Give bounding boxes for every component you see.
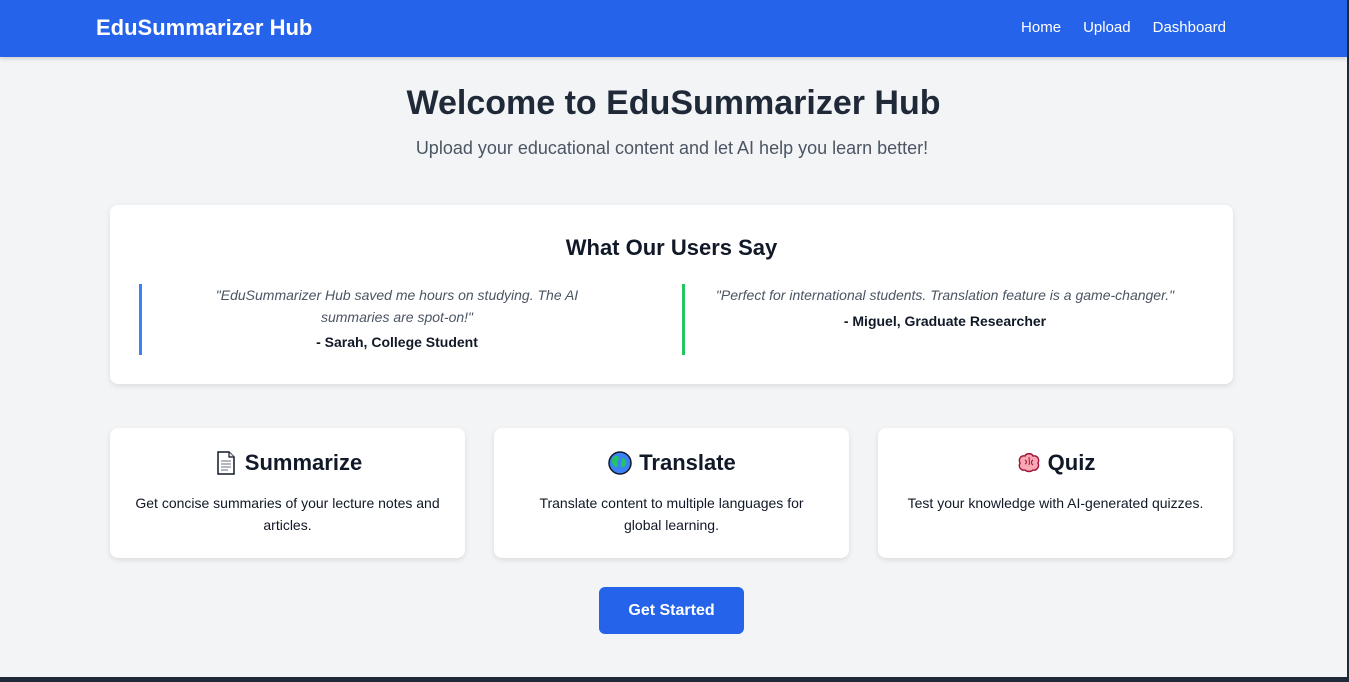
feature-title: Summarize: [244, 450, 363, 475]
feature-card-translate: Translate Translate content to multiple …: [494, 428, 849, 558]
nav-link-dashboard[interactable]: Dashboard: [1153, 19, 1226, 36]
feature-title: Translate: [639, 450, 736, 475]
top-navbar: EduSummarizer Hub Home Upload Dashboard: [0, 0, 1347, 57]
globe-icon: [607, 450, 633, 476]
testimonial-author: - Miguel, Graduate Researcher: [843, 313, 1047, 329]
nav-link-upload[interactable]: Upload: [1083, 19, 1131, 36]
page-title: Welcome to EduSummarizer Hub: [406, 84, 941, 122]
testimonial-item: "EduSummarizer Hub saved me hours on stu…: [139, 284, 652, 355]
testimonials-title: What Our Users Say: [565, 235, 778, 260]
testimonial-quote: "Perfect for international students. Tra…: [715, 287, 1175, 303]
get-started-button[interactable]: Get Started: [599, 587, 744, 634]
window-bottom-edge: [0, 677, 1349, 682]
brain-icon: [1016, 450, 1042, 476]
document-icon: [213, 450, 239, 476]
brand-logo-text[interactable]: EduSummarizer Hub: [96, 15, 312, 41]
page-subtitle: Upload your educational content and let …: [415, 138, 929, 158]
feature-description: Get concise summaries of your lecture no…: [135, 495, 440, 533]
testimonials-card: What Our Users Say "EduSummarizer Hub sa…: [110, 205, 1233, 384]
nav-link-home[interactable]: Home: [1021, 19, 1061, 36]
feature-title: Quiz: [1047, 450, 1096, 475]
feature-heading: Quiz: [878, 450, 1233, 476]
feature-heading: Summarize: [110, 450, 465, 476]
feature-description: Translate content to multiple languages …: [539, 495, 804, 533]
testimonial-author: - Sarah, College Student: [316, 334, 478, 350]
feature-description: Test your knowledge with AI-generated qu…: [907, 495, 1204, 511]
feature-heading: Translate: [494, 450, 849, 476]
feature-card-summarize: Summarize Get concise summaries of your …: [110, 428, 465, 558]
testimonial-quote: "EduSummarizer Hub saved me hours on stu…: [215, 287, 579, 325]
feature-card-quiz: Quiz Test your knowledge with AI-generat…: [878, 428, 1233, 558]
nav-links: Home Upload Dashboard: [1021, 19, 1226, 36]
testimonial-item: "Perfect for international students. Tra…: [682, 284, 1205, 355]
